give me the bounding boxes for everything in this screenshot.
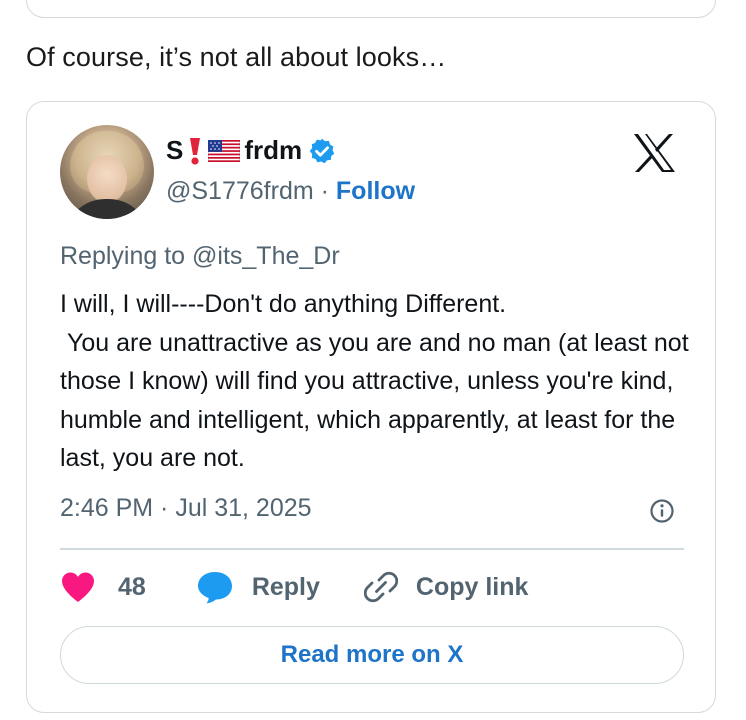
action-bar: 48 Reply Copy link bbox=[60, 570, 528, 604]
avatar[interactable] bbox=[60, 125, 154, 219]
replying-to[interactable]: Replying to @its_The_Dr bbox=[60, 242, 340, 271]
tweet-text: I will, I will----Don't do anything Diff… bbox=[60, 290, 689, 472]
tweet-embed-card[interactable]: S frdm @S1776frdm · Follow Replying to @… bbox=[26, 101, 716, 713]
copy-link-label: Copy link bbox=[415, 572, 529, 601]
x-logo-icon[interactable] bbox=[632, 133, 676, 173]
heart-icon bbox=[62, 572, 94, 602]
handle-row: @S1776frdm · Follow bbox=[166, 177, 415, 206]
display-name-start: S bbox=[166, 135, 184, 165]
display-name-end: frdm bbox=[244, 135, 303, 165]
exclamation-mark-icon bbox=[190, 137, 201, 165]
divider bbox=[60, 548, 684, 550]
reply-label: Reply bbox=[251, 572, 320, 601]
reply-button[interactable]: Reply bbox=[146, 570, 320, 604]
previous-embed-card bbox=[26, 0, 716, 18]
separator: · bbox=[320, 177, 329, 205]
reply-bubble-icon bbox=[197, 572, 232, 604]
verified-badge-icon bbox=[309, 138, 335, 163]
follow-link[interactable]: Follow bbox=[336, 177, 415, 205]
avatar-shoulder bbox=[65, 199, 149, 219]
read-more-label: Read more on X bbox=[280, 641, 464, 668]
read-more-button[interactable]: Read more on X bbox=[60, 626, 684, 684]
like-count: 48 bbox=[118, 572, 146, 601]
like-button[interactable]: 48 bbox=[60, 571, 146, 603]
info-icon[interactable] bbox=[649, 498, 675, 524]
copy-link-button[interactable]: Copy link bbox=[320, 570, 529, 604]
display-name[interactable]: S frdm bbox=[166, 135, 336, 166]
us-flag-icon bbox=[208, 139, 241, 162]
avatar-face bbox=[87, 155, 127, 203]
handle[interactable]: @S1776frdm bbox=[166, 177, 314, 205]
link-icon bbox=[363, 571, 398, 603]
intro-text: Of course, it’s not all about looks… bbox=[26, 42, 447, 72]
timestamp[interactable]: 2:46 PM · Jul 31, 2025 bbox=[60, 494, 312, 523]
